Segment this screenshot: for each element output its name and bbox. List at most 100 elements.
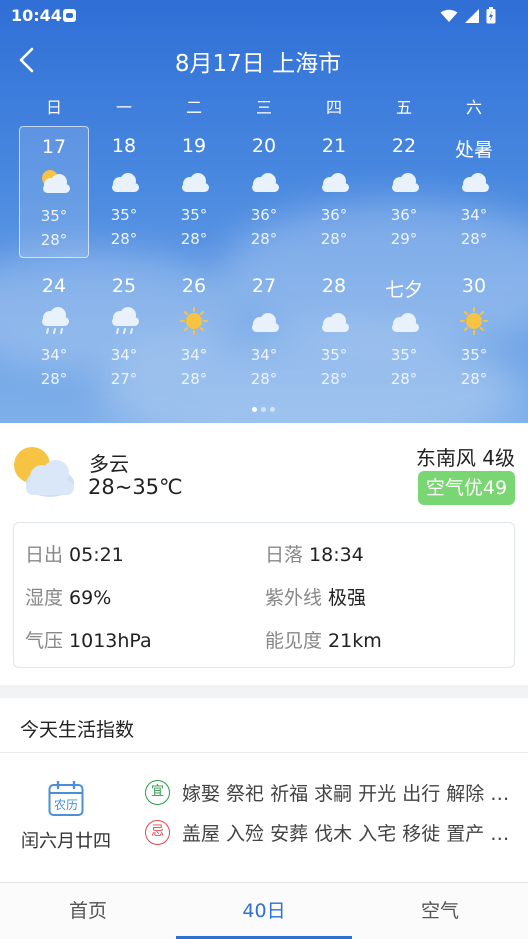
humidity-item: 湿度 69% bbox=[25, 583, 111, 610]
status-bar: 10:44 bbox=[0, 0, 528, 32]
calendar-day[interactable]: 七夕 35° 28° bbox=[369, 266, 439, 398]
partly-cloudy-icon bbox=[14, 447, 74, 497]
day-weather-icon bbox=[107, 166, 141, 196]
calendar-day[interactable]: 25 34° 27° bbox=[89, 266, 159, 398]
day-number: 22 bbox=[391, 135, 417, 157]
day-high-temp: 34° bbox=[180, 346, 208, 364]
calendar-day[interactable]: 17 35° 28° bbox=[19, 126, 89, 258]
day-high-temp: 34° bbox=[40, 346, 68, 364]
ji-badge: 忌 bbox=[145, 820, 170, 845]
cloudy-icon bbox=[252, 313, 279, 332]
sunset-label: 日落 bbox=[265, 544, 304, 566]
day-low-temp: 28° bbox=[390, 370, 418, 388]
day-low-temp: 28° bbox=[180, 370, 208, 388]
calendar-day[interactable]: 18 35° 28° bbox=[89, 126, 159, 258]
day-number: 30 bbox=[461, 275, 487, 297]
calendar-day[interactable]: 22 36° 29° bbox=[369, 126, 439, 258]
temperature-range: 28~35℃ bbox=[88, 475, 183, 499]
day-weather-icon bbox=[177, 166, 211, 196]
weekday-label: 四 bbox=[325, 98, 342, 117]
section-divider bbox=[0, 685, 528, 698]
day-low-temp: 28° bbox=[460, 230, 488, 248]
almanac-ji-row[interactable]: 忌 盖屋 入殓 安葬 伐木 入宅 移徙 置产 出火 bbox=[145, 819, 512, 846]
calendar-badge-text: 农历 bbox=[54, 798, 78, 812]
tab-home[interactable]: 首页 bbox=[0, 883, 176, 939]
tab-air[interactable]: 空气 bbox=[352, 883, 528, 939]
day-number: 25 bbox=[111, 275, 137, 297]
yi-badge: 宜 bbox=[145, 780, 170, 805]
day-low-temp: 27° bbox=[110, 370, 138, 388]
day-high-temp: 35° bbox=[180, 206, 208, 224]
calendar-day[interactable]: 20 36° 28° bbox=[229, 126, 299, 258]
day-weather-icon bbox=[387, 166, 421, 196]
day-high-temp: 36° bbox=[250, 206, 278, 224]
aqi-badge[interactable]: 空气优49 bbox=[418, 471, 515, 505]
day-low-temp: 28° bbox=[250, 230, 278, 248]
day-weather-icon bbox=[317, 306, 351, 336]
day-high-temp: 34° bbox=[460, 206, 488, 224]
day-weather-icon bbox=[457, 166, 491, 196]
day-low-temp: 28° bbox=[250, 370, 278, 388]
life-index-section: 今天生活指数 农历 闰六月廿四 宜 嫁娶 祭祀 祈福 求嗣 开光 出行 解除 动… bbox=[0, 698, 528, 882]
almanac-yi-row[interactable]: 宜 嫁娶 祭祀 祈福 求嗣 开光 出行 解除 动土 入宅 bbox=[145, 779, 512, 806]
cloudy-icon bbox=[112, 173, 139, 192]
day-weather-icon bbox=[177, 306, 211, 336]
status-time: 10:44 bbox=[11, 6, 62, 25]
calendar-day[interactable]: 26 34° 28° bbox=[159, 266, 229, 398]
cloudy-icon bbox=[322, 173, 349, 192]
day-number: 24 bbox=[41, 275, 67, 297]
yi-text: 嫁娶 祭祀 祈福 求嗣 开光 出行 解除 动土 入宅 bbox=[182, 783, 512, 805]
battery-icon bbox=[486, 7, 496, 24]
wind-info: 东南风 4级 bbox=[415, 446, 515, 470]
day-high-temp: 34° bbox=[110, 346, 138, 364]
calendar-hero: 10:44 8月17日 上海市 日 一 二 三 四 五 六 17 35° 28° 18… bbox=[0, 0, 528, 423]
calendar-day[interactable]: 21 36° 28° bbox=[299, 126, 369, 258]
cloudy-icon bbox=[392, 173, 419, 192]
day-low-temp: 28° bbox=[320, 230, 348, 248]
day-high-temp: 35° bbox=[460, 346, 488, 364]
day-number: 21 bbox=[321, 135, 347, 157]
day-weather-icon bbox=[317, 166, 351, 196]
uv-label: 紫外线 bbox=[265, 587, 323, 609]
day-weather-icon bbox=[457, 306, 491, 336]
pressure-value: 1013hPa bbox=[69, 630, 152, 652]
ji-text: 盖屋 入殓 安葬 伐木 入宅 移徙 置产 出火 bbox=[182, 823, 512, 845]
day-low-temp: 29° bbox=[390, 230, 418, 248]
page-title: 8月17日 上海市 bbox=[174, 51, 342, 77]
sunrise-item: 日出 05:21 bbox=[25, 540, 124, 567]
tab-40-day[interactable]: 40日 bbox=[176, 883, 352, 939]
day-high-temp: 35° bbox=[40, 207, 68, 225]
weather-condition: 多云 bbox=[89, 452, 129, 476]
weekday-label: 日 bbox=[45, 98, 62, 117]
page-dot bbox=[270, 407, 275, 412]
day-weather-icon bbox=[387, 306, 421, 336]
lunar-date: 闰六月廿四 bbox=[21, 831, 111, 852]
calendar-day[interactable]: 19 35° 28° bbox=[159, 126, 229, 258]
sunrise-value: 05:21 bbox=[69, 544, 124, 566]
cloudy-icon bbox=[252, 173, 279, 192]
sunrise-label: 日出 bbox=[25, 544, 64, 566]
weekday-label: 三 bbox=[255, 98, 272, 117]
calendar-day[interactable]: 30 35° 28° bbox=[439, 266, 509, 398]
calendar-day[interactable]: 24 34° 28° bbox=[19, 266, 89, 398]
humidity-value: 69% bbox=[69, 587, 112, 609]
calendar-day[interactable]: 27 34° 28° bbox=[229, 266, 299, 398]
cloudy-icon bbox=[182, 173, 209, 192]
day-weather-icon bbox=[107, 306, 141, 336]
page-indicator bbox=[252, 407, 275, 412]
divider bbox=[0, 752, 528, 753]
uv-value: 极强 bbox=[328, 587, 367, 609]
day-number: 26 bbox=[181, 275, 207, 297]
lunar-calendar-icon[interactable]: 农历 bbox=[48, 781, 84, 817]
day-weather-icon bbox=[38, 167, 72, 197]
weekday-label: 五 bbox=[395, 98, 412, 117]
life-index-title: 今天生活指数 bbox=[20, 719, 135, 741]
day-number: 19 bbox=[181, 135, 207, 157]
cloudy-icon bbox=[462, 173, 489, 192]
weather-details-card: 日出 05:21 日落 18:34 湿度 69% 紫外线 极强 气压 1013hPa 能见… bbox=[13, 522, 515, 668]
calendar-day[interactable]: 处暑 34° 28° bbox=[439, 126, 509, 258]
bottom-nav: 首页 40日 空气 bbox=[0, 882, 528, 939]
day-number: 18 bbox=[111, 135, 137, 157]
today-summary: 多云 28~35℃ 东南风 4级 空气优49 日出 05:21 日落 18:34 湿… bbox=[0, 423, 528, 685]
calendar-day[interactable]: 28 35° 28° bbox=[299, 266, 369, 398]
